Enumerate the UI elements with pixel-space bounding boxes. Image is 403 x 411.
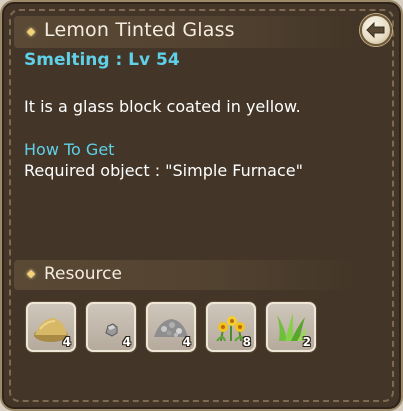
- back-arrow-icon: [366, 21, 385, 39]
- resource-count: 8: [242, 335, 251, 349]
- how-to-get-label: How To Get: [24, 140, 115, 159]
- resource-count: 4: [62, 335, 71, 349]
- back-button[interactable]: [360, 14, 392, 46]
- resource-slot-stone[interactable]: 4: [86, 302, 136, 352]
- resource-slot-gravel[interactable]: 4: [146, 302, 196, 352]
- resource-count: 4: [122, 335, 131, 349]
- resource-slot-flowers[interactable]: 8: [206, 302, 256, 352]
- resource-slot-grass[interactable]: 2: [266, 302, 316, 352]
- resource-count: 4: [182, 335, 191, 349]
- item-description: It is a glass block coated in yellow.: [24, 97, 301, 116]
- item-title: Lemon Tinted Glass: [44, 19, 235, 41]
- resource-slot-sand[interactable]: 4: [26, 302, 76, 352]
- skill-requirement: Smelting : Lv 54: [24, 50, 180, 70]
- how-to-get-text: Required object : "Simple Furnace": [24, 161, 303, 180]
- resource-count: 2: [302, 335, 311, 349]
- item-info-panel: Lemon Tinted Glass Smelting : Lv 54 It i…: [0, 0, 403, 411]
- resource-title: Resource: [44, 264, 122, 284]
